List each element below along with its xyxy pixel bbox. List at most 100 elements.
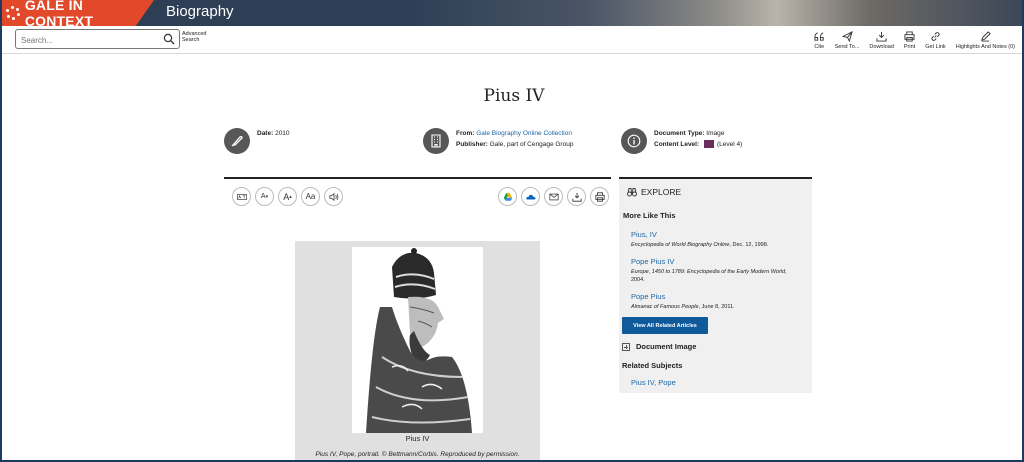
- info-badge: [621, 128, 647, 154]
- content-level-icon: [703, 140, 714, 149]
- print-doc-button[interactable]: [590, 187, 609, 206]
- publisher-label: Publisher:: [456, 141, 488, 148]
- doc-type-label: Document Type:: [654, 130, 705, 137]
- related-item-source: Almanac of Famous People, June 8, 2011.: [631, 303, 801, 311]
- related-item-source: Europe, 1450 to 1789: Encyclopedia of th…: [631, 268, 801, 284]
- top-banner: GALE IN CONTEXT Biography: [2, 0, 1022, 26]
- search-box: [15, 29, 180, 50]
- more-like-this-heading: More Like This: [623, 211, 676, 220]
- content-level-label: Content Level:: [654, 141, 700, 148]
- divider-left: [224, 177, 611, 179]
- send-to-label: Send To...: [834, 44, 860, 50]
- highlights-notes-button[interactable]: Highlights And Notes (0): [951, 28, 1020, 50]
- related-item-source-title: Europe, 1450 to 1789: Encyclopedia of th…: [631, 269, 786, 275]
- speaker-icon: [328, 192, 338, 201]
- cite-icon: [814, 32, 824, 41]
- cite-button[interactable]: Cite: [809, 28, 830, 50]
- pope-portrait-engraving: [352, 247, 483, 433]
- info-icon: [627, 134, 641, 148]
- translate-icon: [236, 193, 247, 200]
- publisher-value: Gale, part of Cengage Group: [489, 141, 574, 148]
- download-icon: [876, 31, 887, 42]
- document-image-label: Document Image: [636, 342, 697, 351]
- email-icon: [548, 193, 559, 200]
- related-subjects-heading: Related Subjects: [622, 361, 683, 370]
- product-name[interactable]: Biography: [166, 3, 234, 20]
- advanced-search-line2: Search: [182, 37, 200, 43]
- toolbar: Advanced Search Cite Send To... Download…: [2, 26, 1022, 54]
- related-item-source-title: Encyclopedia of World Biography Online: [631, 242, 730, 248]
- related-item-link[interactable]: Pius, IV: [631, 230, 801, 240]
- get-link-button[interactable]: Get Link: [920, 28, 950, 50]
- link-icon: [931, 32, 940, 41]
- font-style-button[interactable]: Aa: [301, 187, 320, 206]
- decrease-font-button[interactable]: A ▾: [255, 187, 274, 206]
- building-icon: [431, 134, 441, 148]
- date-badge: [224, 128, 250, 154]
- portrait-image[interactable]: [352, 247, 483, 433]
- app-frame: GALE IN CONTEXT Biography Advanced Searc…: [0, 0, 1024, 462]
- download-icon: [571, 192, 582, 202]
- content-level-value: (Level 4): [716, 141, 743, 148]
- date-text: Date: 2010: [257, 128, 290, 139]
- advanced-search-link[interactable]: Advanced Search: [182, 31, 206, 43]
- related-item-source: Encyclopedia of World Biography Online, …: [631, 241, 801, 249]
- date-value: 2010: [275, 130, 290, 137]
- source-badge: [423, 128, 449, 154]
- type-text: Document Type: Image Content Level: (Lev…: [654, 128, 742, 150]
- search-input[interactable]: [16, 31, 156, 50]
- meta-source: From: Gale Biography Online Collection P…: [423, 128, 573, 154]
- print-button[interactable]: Print: [899, 28, 920, 50]
- related-item: Pope Pius Almanac of Famous People, June…: [631, 292, 801, 311]
- translate-button[interactable]: [232, 187, 251, 206]
- collection-link[interactable]: Gale Biography Online Collection: [476, 130, 572, 137]
- related-subject-link[interactable]: Pius IV, Pope: [631, 378, 676, 387]
- google-drive-button[interactable]: [498, 187, 517, 206]
- related-item-link[interactable]: Pope Pius IV: [631, 257, 801, 267]
- onedrive-icon: [525, 194, 536, 199]
- print-icon: [904, 31, 915, 42]
- email-button[interactable]: [544, 187, 563, 206]
- date-label: Date:: [257, 130, 274, 137]
- related-item-source-date: , Dec. 12, 1998.: [729, 242, 769, 248]
- download-button[interactable]: Download: [864, 28, 898, 50]
- onedrive-button[interactable]: [521, 187, 540, 206]
- gale-logo-icon: [6, 6, 20, 20]
- send-to-button[interactable]: Send To...: [830, 28, 865, 50]
- meta-type: Document Type: Image Content Level: (Lev…: [621, 128, 742, 154]
- highlights-notes-label: Highlights And Notes (0): [955, 44, 1015, 50]
- related-item-source-title: Almanac of Famous People: [631, 304, 699, 310]
- search-icon[interactable]: [163, 33, 175, 45]
- figure-caption: Pius IV: [405, 434, 430, 443]
- from-label: From:: [456, 130, 475, 137]
- explore-heading-label: EXPLORE: [641, 187, 682, 197]
- font-style-label: Aa: [305, 192, 316, 201]
- get-link-label: Get Link: [925, 44, 946, 50]
- brand-logo[interactable]: GALE IN CONTEXT: [2, 0, 154, 26]
- explore-heading: EXPLORE: [627, 187, 681, 197]
- brand-name: GALE IN CONTEXT: [24, 0, 94, 26]
- doc-type-value: Image: [706, 130, 725, 137]
- share-tools: [498, 187, 609, 206]
- cite-label: Cite: [814, 44, 825, 50]
- document-image-toggle[interactable]: Document Image: [622, 342, 696, 351]
- increase-font-button[interactable]: A ▴: [278, 187, 297, 206]
- print-icon: [594, 191, 605, 202]
- binoculars-icon: [627, 188, 637, 197]
- document-figure: Pius IV Pius IV, Pope, portrait. © Bettm…: [295, 241, 540, 460]
- print-label: Print: [903, 44, 916, 50]
- listen-button[interactable]: [324, 187, 343, 206]
- view-all-related-button[interactable]: View All Related Articles: [622, 317, 708, 334]
- related-item-link[interactable]: Pope Pius: [631, 292, 801, 302]
- related-item: Pius, IV Encyclopedia of World Biography…: [631, 230, 801, 249]
- page-title: Pius IV: [483, 86, 545, 106]
- related-item: Pope Pius IV Europe, 1450 to 1789: Encyc…: [631, 257, 801, 284]
- pencil-icon: [980, 31, 991, 42]
- meta-date: Date: 2010: [224, 128, 290, 154]
- quill-icon: [231, 136, 243, 147]
- figure-credit: Pius IV, Pope, portrait. © Bettmann/Corb…: [315, 451, 520, 458]
- related-item-source-date: , June 8, 2011.: [698, 304, 735, 310]
- download-label: Download: [869, 44, 894, 50]
- banner-artwork: [402, 0, 1022, 26]
- download-doc-button[interactable]: [567, 187, 586, 206]
